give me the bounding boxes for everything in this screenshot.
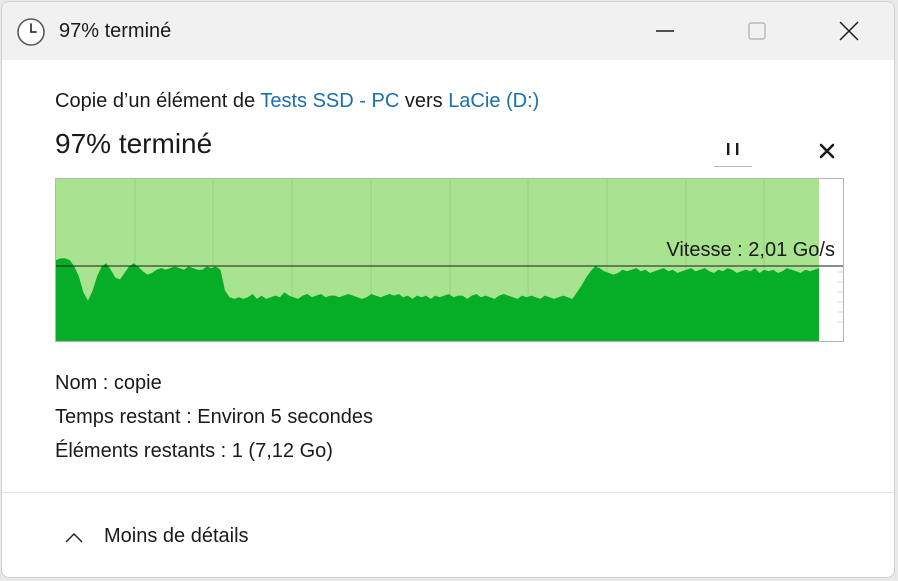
clock-icon <box>16 17 46 47</box>
source-link[interactable]: Tests SSD - PC <box>260 90 399 112</box>
maximize-button[interactable] <box>722 2 792 60</box>
chevron-up-icon[interactable] <box>64 531 84 549</box>
detail-name: Nom : copie <box>55 366 373 400</box>
copy-description: Copie d’un élément de Tests SSD - PC ver… <box>55 90 539 113</box>
progress-title: 97% terminé <box>55 128 213 159</box>
copy-prefix: Copie d’un élément de <box>55 90 256 112</box>
transfer-speed-graph: Vitesse : 2,01 Go/s <box>55 178 844 342</box>
items-label: Éléments restants : <box>55 440 227 462</box>
transfer-details: Nom : copie Temps restant : Environ 5 se… <box>55 366 373 468</box>
copy-middle: vers <box>404 90 443 112</box>
footer: Moins de détails <box>2 493 894 577</box>
close-button[interactable] <box>814 2 884 60</box>
less-details-button[interactable]: Moins de détails <box>104 525 249 548</box>
time-label: Temps restant : <box>55 406 192 428</box>
speed-label: Vitesse : 2,01 Go/s <box>666 239 835 261</box>
close-icon <box>839 21 859 41</box>
cancel-icon <box>819 143 835 159</box>
minimize-button[interactable] <box>630 2 700 60</box>
name-label: Nom : <box>55 372 109 394</box>
pause-icon <box>727 143 739 155</box>
window-title: 97% terminé <box>59 20 172 42</box>
pause-button[interactable] <box>714 132 752 167</box>
maximize-icon <box>748 22 766 40</box>
destination-link[interactable]: LaCie (D:) <box>448 90 539 112</box>
detail-items-remaining: Éléments restants : 1 (7,12 Go) <box>55 434 373 468</box>
name-value: copie <box>113 372 162 394</box>
cancel-button[interactable] <box>810 134 844 168</box>
title-bar[interactable]: 97% terminé <box>2 2 894 60</box>
time-value: Environ 5 secondes <box>197 406 373 428</box>
copy-progress-window: 97% terminé Copie d’un élément de Tests … <box>1 1 895 578</box>
minimize-icon <box>656 30 674 32</box>
detail-time-remaining: Temps restant : Environ 5 secondes <box>55 400 373 434</box>
items-value: 1 (7,12 Go) <box>231 440 333 462</box>
